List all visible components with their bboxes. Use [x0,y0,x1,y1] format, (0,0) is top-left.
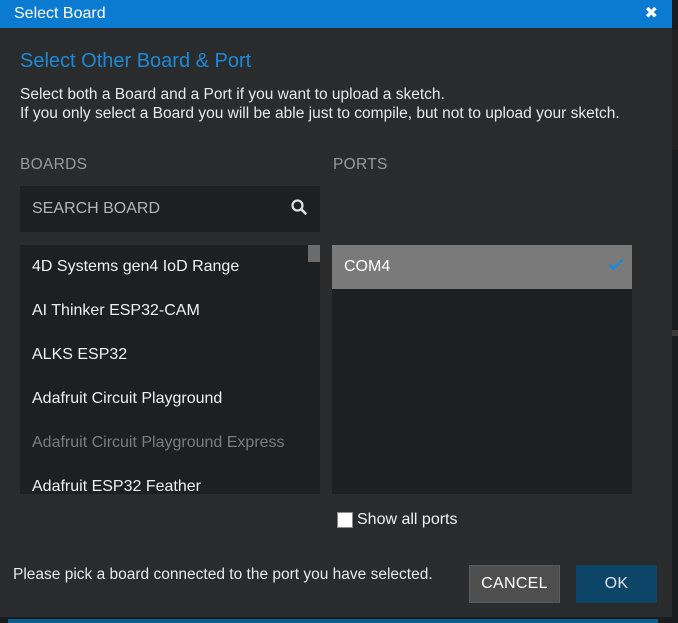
dialog-description: Select both a Board and a Port if you wa… [20,86,620,123]
background-accent [8,619,658,623]
background-strip [672,330,678,336]
ports-label: PORTS [333,156,388,173]
boards-label: BOARDS [20,156,88,173]
dialog-heading: Select Other Board & Port [20,50,252,72]
show-all-ports-checkbox[interactable] [337,512,353,528]
title-bar: Select Board ✖ [0,0,672,28]
select-board-dialog: Select Board ✖ Select Other Board & Port… [0,0,672,617]
show-all-ports[interactable]: Show all ports [337,511,458,529]
port-list[interactable]: COM4 [332,245,632,494]
search-input[interactable] [32,200,290,218]
list-item[interactable]: AI Thinker ESP32-CAM [20,289,320,333]
search-icon[interactable] [290,198,308,221]
description-line: If you only select a Board you will be a… [20,104,620,122]
close-icon[interactable]: ✖ [645,6,658,22]
port-label: COM4 [344,258,391,275]
description-line: Select both a Board and a Port if you wa… [20,86,445,103]
background-edge [0,617,678,623]
footer-message: Please pick a board connected to the por… [13,566,433,583]
list-item[interactable]: Adafruit Circuit Playground Express [20,421,320,465]
list-item[interactable]: Adafruit Circuit Playground [20,377,320,421]
cancel-button[interactable]: CANCEL [469,565,560,603]
board-search [20,186,320,232]
check-icon [608,257,624,278]
list-item[interactable]: 4D Systems gen4 IoD Range [20,245,320,289]
scrollbar-thumb[interactable] [308,245,320,262]
background-edge [672,0,678,623]
list-item[interactable]: ALKS ESP32 [20,333,320,377]
window-title: Select Board [14,5,106,22]
show-all-ports-label: Show all ports [357,511,458,528]
list-item[interactable]: Adafruit ESP32 Feather [20,465,320,494]
ok-button[interactable]: OK [576,565,657,603]
board-list[interactable]: 4D Systems gen4 IoD Range AI Thinker ESP… [20,245,320,494]
background-strip [672,30,678,150]
port-item-com4[interactable]: COM4 [332,245,632,289]
